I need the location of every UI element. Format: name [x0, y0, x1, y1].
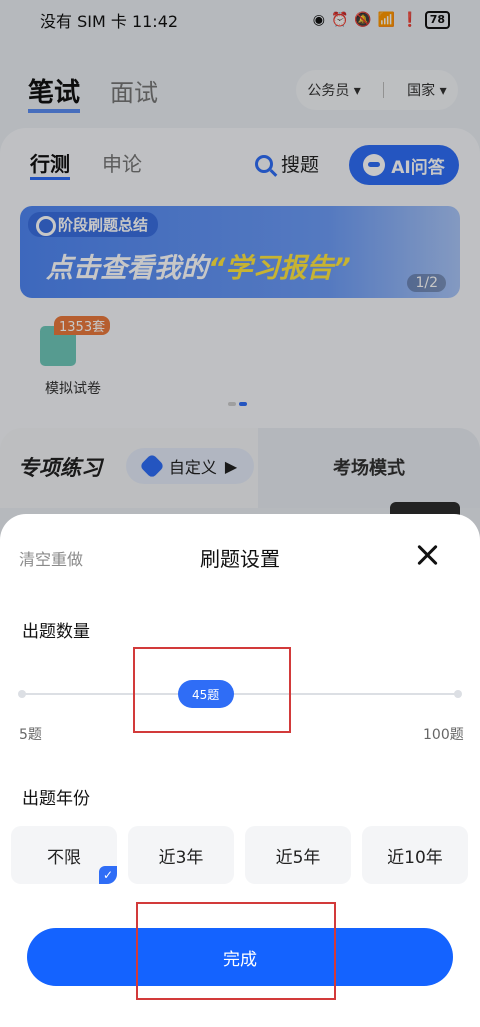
year-label: 出题年份 [22, 789, 90, 809]
slider-max-label: 100题 [423, 727, 464, 743]
slider-min-label: 5题 [19, 727, 42, 743]
highlight-box [133, 647, 291, 733]
year-option-5[interactable]: 近5年 [245, 826, 351, 884]
year-option-3[interactable]: 近3年 [128, 826, 234, 884]
year-option-all[interactable]: 不限 ✓ [11, 826, 117, 884]
close-icon[interactable] [412, 540, 442, 570]
slider-max-dot [454, 690, 462, 698]
count-label: 出题数量 [22, 622, 90, 642]
sheet-title: 刷题设置 [200, 547, 280, 571]
highlight-box [136, 902, 336, 1000]
slider-min-dot [18, 690, 26, 698]
year-option-10[interactable]: 近10年 [362, 826, 468, 884]
